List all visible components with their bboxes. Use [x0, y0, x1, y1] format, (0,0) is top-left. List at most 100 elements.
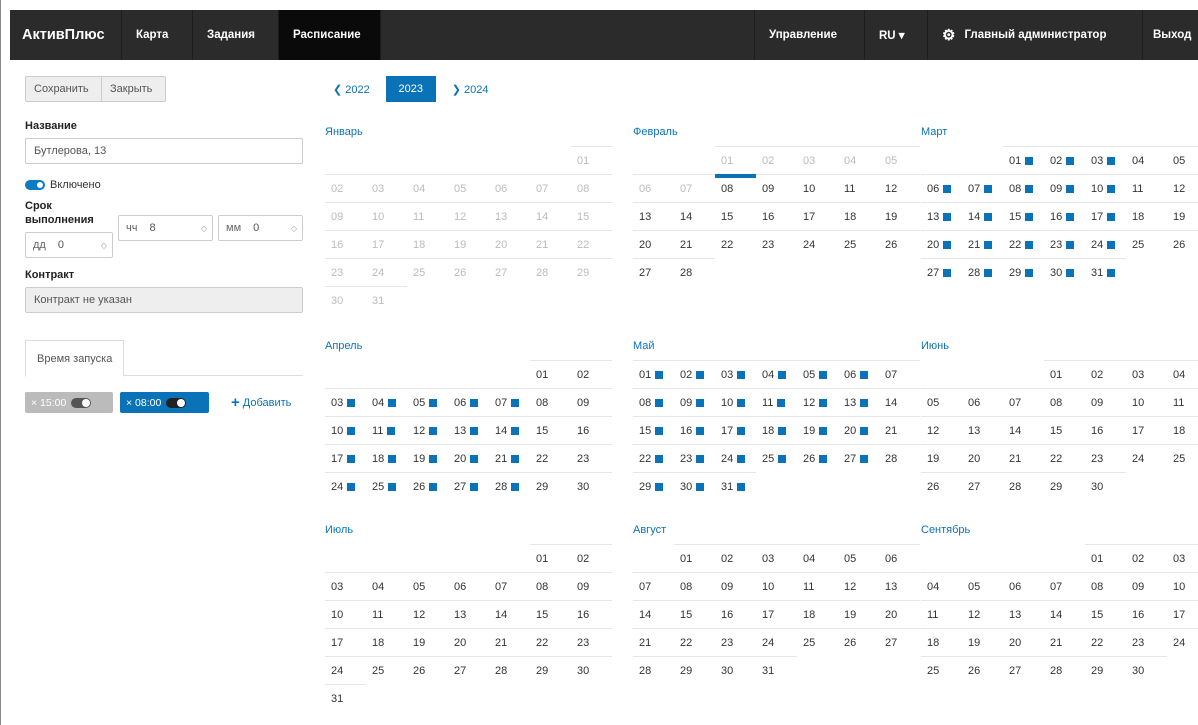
day-cell[interactable]: 30 — [674, 472, 715, 500]
day-cell[interactable]: 09 — [1085, 388, 1126, 416]
day-cell[interactable]: 29 — [530, 656, 571, 684]
day-cell[interactable]: 11 — [366, 416, 407, 444]
day-cell[interactable]: 05 — [921, 388, 962, 416]
day-cell[interactable]: 22 — [1044, 444, 1085, 472]
close-button[interactable]: Закрыть — [102, 76, 166, 102]
day-cell[interactable]: 25 — [797, 628, 838, 656]
day-cell[interactable]: 01 — [633, 360, 674, 388]
day-cell[interactable]: 22 — [633, 444, 674, 472]
day-cell[interactable]: 09 — [715, 572, 756, 600]
day-cell[interactable]: 28 — [489, 472, 530, 500]
day-cell[interactable]: 13 — [489, 202, 530, 230]
day-cell[interactable]: 21 — [962, 230, 1003, 258]
contract-field[interactable]: Контракт не указан — [25, 287, 303, 313]
day-cell[interactable]: 12 — [407, 416, 448, 444]
day-cell[interactable]: 14 — [489, 416, 530, 444]
day-cell[interactable]: 12 — [1167, 174, 1198, 202]
day-cell[interactable]: 29 — [1003, 258, 1044, 286]
day-cell[interactable]: 10 — [1085, 174, 1126, 202]
day-cell[interactable]: 15 — [1085, 600, 1126, 628]
day-cell[interactable]: 28 — [1044, 656, 1085, 684]
day-cell[interactable]: 30 — [715, 656, 756, 684]
day-cell[interactable]: 09 — [571, 388, 612, 416]
day-cell[interactable]: 11 — [1126, 174, 1167, 202]
day-cell[interactable]: 02 — [571, 544, 612, 572]
day-cell[interactable]: 29 — [1044, 472, 1085, 500]
day-cell[interactable]: 26 — [838, 628, 879, 656]
day-cell[interactable]: 19 — [1167, 202, 1198, 230]
day-cell[interactable]: 06 — [838, 360, 879, 388]
day-cell[interactable]: 11 — [838, 174, 879, 202]
day-cell[interactable]: 23 — [571, 444, 612, 472]
day-cell[interactable]: 26 — [407, 472, 448, 500]
day-cell[interactable]: 09 — [1044, 174, 1085, 202]
day-cell[interactable]: 09 — [325, 202, 366, 230]
time-toggle[interactable] — [166, 397, 187, 408]
day-cell[interactable]: 06 — [633, 174, 674, 202]
day-cell[interactable]: 21 — [489, 628, 530, 656]
day-cell[interactable]: 05 — [797, 360, 838, 388]
day-cell[interactable]: 14 — [1044, 600, 1085, 628]
day-cell[interactable]: 05 — [407, 572, 448, 600]
day-cell[interactable]: 02 — [756, 146, 797, 174]
day-cell[interactable]: 23 — [1126, 628, 1167, 656]
days-stepper[interactable]: дд 0 ◇ — [25, 232, 113, 258]
day-cell[interactable]: 28 — [674, 258, 715, 286]
day-cell[interactable]: 04 — [407, 174, 448, 202]
nav-tasks[interactable]: Задания — [193, 10, 279, 60]
day-cell[interactable]: 21 — [633, 628, 674, 656]
day-cell[interactable]: 08 — [1044, 388, 1085, 416]
day-cell[interactable]: 08 — [715, 174, 756, 202]
hours-stepper[interactable]: чч 8 ◇ — [118, 215, 213, 241]
day-cell[interactable]: 03 — [1085, 146, 1126, 174]
day-cell[interactable]: 04 — [1167, 360, 1198, 388]
add-time-button[interactable]: + Добавить — [231, 394, 291, 411]
day-cell[interactable]: 04 — [366, 572, 407, 600]
day-cell[interactable]: 19 — [921, 444, 962, 472]
day-cell[interactable]: 22 — [530, 444, 571, 472]
day-cell[interactable]: 24 — [1085, 230, 1126, 258]
day-cell[interactable]: 06 — [1003, 572, 1044, 600]
day-cell[interactable]: 11 — [756, 388, 797, 416]
day-cell[interactable]: 02 — [325, 174, 366, 202]
day-cell[interactable]: 07 — [530, 174, 571, 202]
language-dropdown[interactable]: RU ▾ — [865, 10, 928, 60]
day-cell[interactable]: 03 — [797, 146, 838, 174]
day-cell[interactable]: 03 — [1167, 544, 1198, 572]
day-cell[interactable]: 20 — [962, 444, 1003, 472]
name-input[interactable]: Бутлерова, 13 — [25, 138, 303, 164]
day-cell[interactable]: 06 — [489, 174, 530, 202]
day-cell[interactable]: 14 — [530, 202, 571, 230]
day-cell[interactable]: 25 — [366, 472, 407, 500]
day-cell[interactable]: 07 — [1044, 572, 1085, 600]
day-cell[interactable]: 14 — [674, 202, 715, 230]
day-cell[interactable]: 02 — [1044, 146, 1085, 174]
day-cell[interactable]: 21 — [530, 230, 571, 258]
day-cell[interactable]: 23 — [715, 628, 756, 656]
day-cell[interactable]: 02 — [571, 360, 612, 388]
day-cell[interactable]: 02 — [1085, 360, 1126, 388]
minutes-stepper[interactable]: мм 0 ◇ — [218, 215, 303, 241]
day-cell[interactable]: 29 — [633, 472, 674, 500]
day-cell[interactable]: 04 — [756, 360, 797, 388]
day-cell[interactable]: 31 — [366, 286, 407, 314]
day-cell[interactable]: 13 — [448, 416, 489, 444]
day-cell[interactable]: 13 — [448, 600, 489, 628]
admin-menu[interactable]: ⚙ Главный администратор — [928, 10, 1143, 60]
day-cell[interactable]: 24 — [1167, 628, 1198, 656]
day-cell[interactable]: 19 — [879, 202, 920, 230]
day-cell[interactable]: 10 — [1126, 388, 1167, 416]
day-cell[interactable]: 06 — [921, 174, 962, 202]
day-cell[interactable]: 28 — [489, 656, 530, 684]
day-cell[interactable]: 10 — [715, 388, 756, 416]
day-cell[interactable]: 08 — [1003, 174, 1044, 202]
day-cell[interactable]: 31 — [715, 472, 756, 500]
time-chip[interactable]: × 08:00 — [120, 392, 209, 413]
day-cell[interactable]: 15 — [530, 600, 571, 628]
day-cell[interactable]: 16 — [325, 230, 366, 258]
day-cell[interactable]: 26 — [879, 230, 920, 258]
day-cell[interactable]: 05 — [448, 174, 489, 202]
day-cell[interactable]: 23 — [756, 230, 797, 258]
day-cell[interactable]: 25 — [921, 656, 962, 684]
time-chip[interactable]: × 15:00 — [25, 392, 113, 413]
